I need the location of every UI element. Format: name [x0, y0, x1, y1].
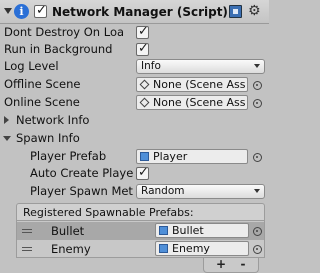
spawn-method-label: Player Spawn Met: [30, 184, 133, 198]
online-scene-row: Online Scene None (Scene Ass: [0, 94, 269, 111]
offline-scene-label: Offline Scene: [4, 77, 81, 91]
spawn-method-dropdown[interactable]: Random: [136, 184, 265, 199]
object-picker-icon[interactable]: [253, 99, 262, 108]
run-background-checkbox[interactable]: ✓: [136, 41, 149, 56]
spawn-method-value: Random: [141, 185, 185, 197]
prefab-object-value: Enemy: [172, 242, 210, 255]
auto-create-row: Auto Create Playe ✓: [0, 165, 269, 182]
auto-create-checkbox[interactable]: ✓: [136, 165, 149, 180]
log-level-row: Log Level Info: [0, 58, 269, 75]
chevron-down-icon: [3, 136, 11, 141]
component-title: Network Manager (Script): [52, 5, 228, 19]
player-prefab-row: Player Prefab Player: [0, 148, 269, 165]
run-background-row: Run in Background ✓: [0, 41, 269, 58]
gear-icon[interactable]: ⚙: [248, 3, 261, 19]
online-scene-label: Online Scene: [4, 95, 80, 109]
drag-handle-icon[interactable]: [22, 229, 32, 233]
network-info-foldout[interactable]: Network Info: [0, 112, 269, 129]
log-level-value: Info: [141, 60, 161, 72]
info-icon: i: [14, 4, 29, 19]
list-item[interactable]: Enemy Enemy: [17, 240, 264, 258]
offline-scene-field[interactable]: None (Scene Ass: [136, 77, 248, 92]
drag-handle-icon[interactable]: [22, 247, 32, 251]
auto-create-label: Auto Create Playe: [30, 166, 134, 180]
component-header[interactable]: i ✓ Network Manager (Script) ⚙: [0, 0, 269, 24]
inspector-panel: i ✓ Network Manager (Script) ⚙ Dont Dest…: [0, 0, 269, 273]
prefab-list: Bullet Bullet Enemy Enemy: [16, 220, 265, 258]
dont-destroy-row: Dont Destroy On Loa ✓: [0, 24, 269, 41]
dont-destroy-checkbox[interactable]: ✓: [136, 24, 149, 39]
player-prefab-label: Player Prefab: [30, 149, 107, 163]
prefab-object-field[interactable]: Enemy: [155, 241, 249, 256]
prefab-icon: [159, 226, 168, 235]
scene-icon: [139, 79, 150, 90]
spawn-method-row: Player Spawn Met Random: [0, 183, 269, 200]
prefab-list-title: Registered Spawnable Prefabs:: [23, 206, 194, 219]
run-background-label: Run in Background: [4, 42, 113, 56]
player-prefab-field[interactable]: Player: [136, 149, 248, 164]
add-item-button[interactable]: +: [210, 257, 232, 271]
checkmark-icon: ✓: [138, 165, 149, 180]
spawn-info-foldout[interactable]: Spawn Info: [0, 130, 269, 147]
list-item-label: Bullet: [51, 224, 85, 238]
prefab-icon: [159, 244, 168, 253]
prefab-object-field[interactable]: Bullet: [155, 223, 249, 238]
prefab-list-header: Registered Spawnable Prefabs:: [16, 203, 265, 221]
offline-scene-value: None (Scene Ass: [153, 78, 246, 91]
component-enabled-checkbox[interactable]: ✓: [34, 3, 47, 18]
remove-item-button[interactable]: -: [232, 257, 254, 271]
prefab-object-value: Bullet: [172, 224, 204, 237]
spawn-info-label: Spawn Info: [16, 131, 80, 145]
list-item-label: Enemy: [51, 242, 91, 256]
log-level-label: Log Level: [4, 59, 59, 73]
help-book-icon[interactable]: [229, 5, 242, 18]
online-scene-value: None (Scene Ass: [153, 96, 246, 109]
online-scene-field[interactable]: None (Scene Ass: [136, 95, 248, 110]
object-picker-icon[interactable]: [253, 245, 262, 254]
network-info-label: Network Info: [16, 113, 90, 127]
prefab-icon: [140, 152, 149, 161]
log-level-dropdown[interactable]: Info: [136, 59, 265, 74]
object-picker-icon[interactable]: [253, 81, 262, 90]
offline-scene-row: Offline Scene None (Scene Ass: [0, 76, 269, 93]
collapse-arrow-icon[interactable]: [4, 8, 12, 14]
object-picker-icon[interactable]: [253, 153, 262, 162]
checkmark-icon: ✓: [138, 24, 149, 39]
checkmark-icon: ✓: [36, 3, 47, 18]
chevron-down-icon: [254, 189, 260, 193]
prefab-list-footer: + -: [203, 257, 259, 273]
chevron-down-icon: [254, 64, 260, 68]
chevron-right-icon: [4, 116, 9, 124]
player-prefab-value: Player: [153, 150, 188, 163]
dont-destroy-label: Dont Destroy On Loa: [4, 25, 125, 39]
checkmark-icon: ✓: [138, 41, 149, 56]
object-picker-icon[interactable]: [253, 227, 262, 236]
scene-icon: [139, 97, 150, 108]
list-item[interactable]: Bullet Bullet: [17, 222, 264, 240]
